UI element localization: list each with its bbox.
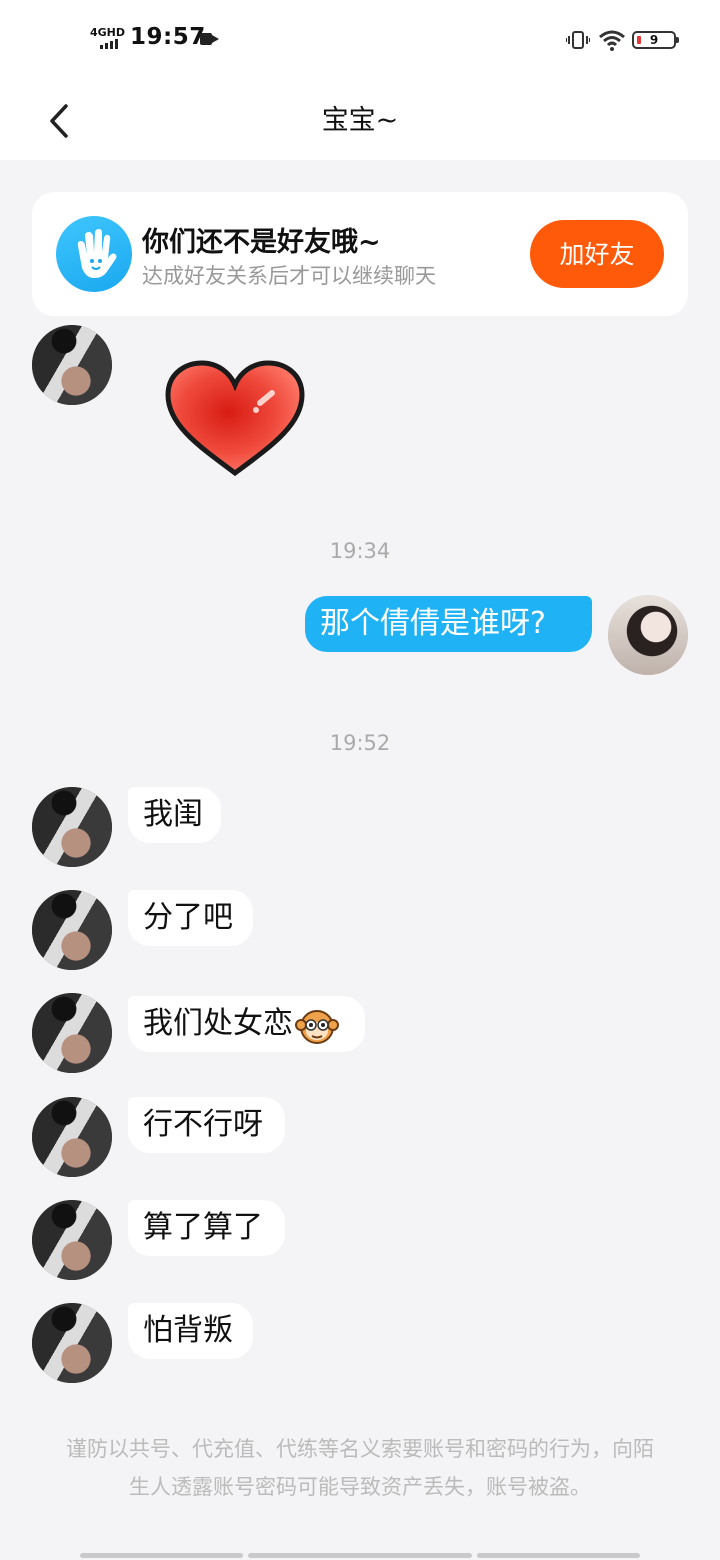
battery-level: 9 [649, 33, 659, 47]
safety-notice: 谨防以共号、代充值、代练等名义索要账号和密码的行为，向陌生人透露账号密码可能导致… [66, 1437, 654, 1499]
home-indicator [248, 1553, 472, 1558]
contact-avatar[interactable] [32, 890, 112, 970]
chat-header: 宝宝~ [0, 80, 720, 160]
friend-request-card: 你们还不是好友哦~ 达成好友关系后才可以继续聊天 加好友 [32, 192, 688, 316]
heart-sticker-icon [165, 360, 305, 477]
video-record-icon [200, 33, 219, 45]
friend-card-title: 你们还不是好友哦~ [142, 227, 381, 258]
contact-avatar[interactable] [32, 1303, 112, 1383]
contact-avatar[interactable] [32, 1097, 112, 1177]
contact-avatar[interactable] [32, 993, 112, 1073]
wifi-icon [599, 30, 625, 51]
monkey-emoji-icon [295, 1009, 339, 1044]
friend-card-subtitle: 达成好友关系后才可以继续聊天 [142, 264, 436, 288]
battery-icon: 9 [632, 31, 679, 49]
vibrate-icon [566, 31, 590, 49]
timestamp: 19:52 [329, 731, 391, 755]
home-indicator [80, 1553, 243, 1558]
timestamp: 19:34 [329, 539, 391, 563]
hand-wave-icon [56, 216, 132, 292]
message-text: 我们处女恋 [143, 1006, 293, 1041]
chat-title: 宝宝~ [321, 105, 399, 136]
add-friend-button[interactable]: 加好友 [530, 220, 664, 288]
incoming-message[interactable]: 行不行呀 [128, 1097, 285, 1153]
contact-avatar[interactable] [32, 787, 112, 867]
incoming-message[interactable]: 我闺 [128, 787, 221, 843]
contact-avatar[interactable] [32, 325, 112, 405]
network-type: 4GHD [90, 26, 126, 39]
incoming-message[interactable]: 怕背叛 [128, 1303, 253, 1359]
signal-icon [100, 39, 122, 49]
outgoing-message[interactable]: 那个倩倩是谁呀? [305, 596, 592, 652]
contact-avatar[interactable] [32, 1200, 112, 1280]
incoming-message[interactable]: 我们处女恋 [128, 996, 365, 1052]
status-time: 19:57 [130, 24, 206, 50]
incoming-message[interactable]: 算了算了 [128, 1200, 285, 1256]
incoming-message[interactable]: 分了吧 [128, 890, 253, 946]
status-bar: 4GHD 19:57 9 [0, 0, 720, 80]
my-avatar[interactable] [608, 595, 688, 675]
home-indicator [477, 1553, 640, 1558]
